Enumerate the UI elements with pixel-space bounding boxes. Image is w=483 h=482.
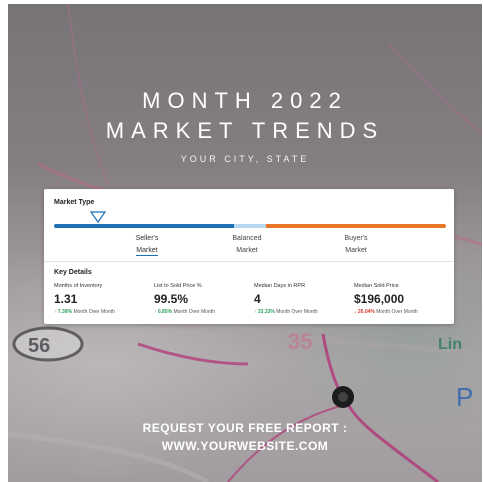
buyers-market-line2: Market: [345, 247, 367, 254]
poster-background: 56 35 Lin P MONTH 2022 MARKET TRENDS YOU…: [8, 4, 482, 482]
balanced-market-option[interactable]: Balanced Market: [222, 233, 272, 257]
buyers-market-line1: Buyer's: [344, 235, 368, 242]
metric-list-to-sold: List to Sold Price % 99.5% ↑ 0.85% Month…: [154, 283, 250, 315]
metric-value: 99.5%: [154, 292, 189, 306]
market-type-label: Market Type: [54, 199, 95, 206]
metric-median-sold-price: Median Sold Price $196,000 ↓ 26.04% Mont…: [354, 283, 450, 315]
key-details-label: Key Details: [54, 269, 92, 276]
sellers-market-line1: Seller's: [135, 235, 159, 242]
arrow-up-icon: ↑: [54, 309, 57, 315]
buyers-market-option[interactable]: Buyer's Market: [326, 233, 386, 257]
market-report-card: Market Type Seller's Market Balanced Mar…: [44, 189, 454, 324]
arrow-down-icon: ↓: [354, 309, 357, 315]
cta-request-report: REQUEST YOUR FREE REPORT :: [142, 421, 348, 435]
metric-median-days: Median Days in RPR 4 ↑ 33.33% Month Over…: [254, 283, 350, 315]
metric-value: 4: [254, 292, 261, 306]
balanced-market-segment: [234, 224, 266, 228]
sellers-market-option[interactable]: Seller's Market: [132, 233, 162, 257]
buyers-market-segment: [266, 224, 446, 228]
metric-value: 1.31: [54, 292, 78, 306]
title-line-2: MARKET TRENDS: [105, 118, 385, 143]
metric-name: Median Sold Price: [354, 283, 399, 289]
metric-value: $196,000: [354, 292, 405, 306]
metric-name: Months of Inventory: [54, 283, 103, 289]
title-line-1: MONTH 2022: [142, 88, 348, 113]
metric-change: ↑ 33.33% Month Over Month: [254, 309, 318, 315]
subtitle-location: YOUR CITY, STATE: [180, 154, 310, 164]
balanced-market-line1: Balanced: [232, 235, 262, 242]
metric-name: Median Days in RPR: [254, 283, 306, 289]
metric-name: List to Sold Price %: [154, 283, 202, 289]
cta-website-link[interactable]: WWW.YOURWEBSITE.COM: [8, 439, 482, 453]
metric-change: ↑ 0.85% Month Over Month: [154, 309, 215, 315]
metric-months-of-inventory: Months of Inventory 1.31 ↑ 7.38% Month O…: [54, 283, 150, 315]
card-divider: [44, 261, 454, 262]
market-type-scale: [54, 224, 446, 228]
sellers-market-segment: [54, 224, 234, 228]
metric-change: ↓ 26.04% Month Over Month: [354, 309, 418, 315]
balanced-market-line2: Market: [236, 247, 258, 254]
sellers-market-line2: Market: [136, 247, 158, 256]
arrow-up-icon: ↑: [254, 309, 257, 315]
arrow-up-icon: ↑: [154, 309, 157, 315]
metric-change: ↑ 7.38% Month Over Month: [54, 309, 115, 315]
